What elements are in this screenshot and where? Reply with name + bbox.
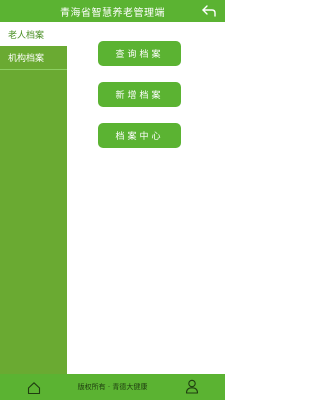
main-content: 查询档案 新增档案 档案中心 (67, 22, 225, 374)
profile-button[interactable] (185, 379, 199, 394)
home-button[interactable] (27, 380, 41, 395)
footer-bar: 版权所有 · 青德大健康 (0, 374, 225, 400)
sidebar-item-institution-records[interactable]: 机构档案 (0, 46, 67, 70)
page-title: 青海省智慧养老管理端 (60, 7, 165, 19)
top-bar: 青海省智慧养老管理端 (0, 0, 225, 22)
copyright-text: 版权所有 · 青德大健康 (77, 383, 148, 391)
sidebar-item-elderly-records[interactable]: 老人档案 (0, 22, 67, 46)
app-root: 青海省智慧养老管理端 老人档案 机构档案 查询档案 新增档案 档案中心 版权所有… (0, 0, 225, 400)
user-icon (185, 379, 199, 394)
add-record-button[interactable]: 新增档案 (98, 82, 181, 107)
home-icon (27, 382, 41, 395)
back-button[interactable] (201, 4, 217, 18)
back-arrow-icon (202, 5, 216, 17)
query-records-button[interactable]: 查询档案 (98, 41, 181, 66)
sidebar-item-label: 老人档案 (8, 30, 45, 41)
records-center-button[interactable]: 档案中心 (98, 123, 181, 148)
sidebar: 老人档案 机构档案 (0, 22, 67, 374)
sidebar-item-label: 机构档案 (8, 54, 45, 64)
